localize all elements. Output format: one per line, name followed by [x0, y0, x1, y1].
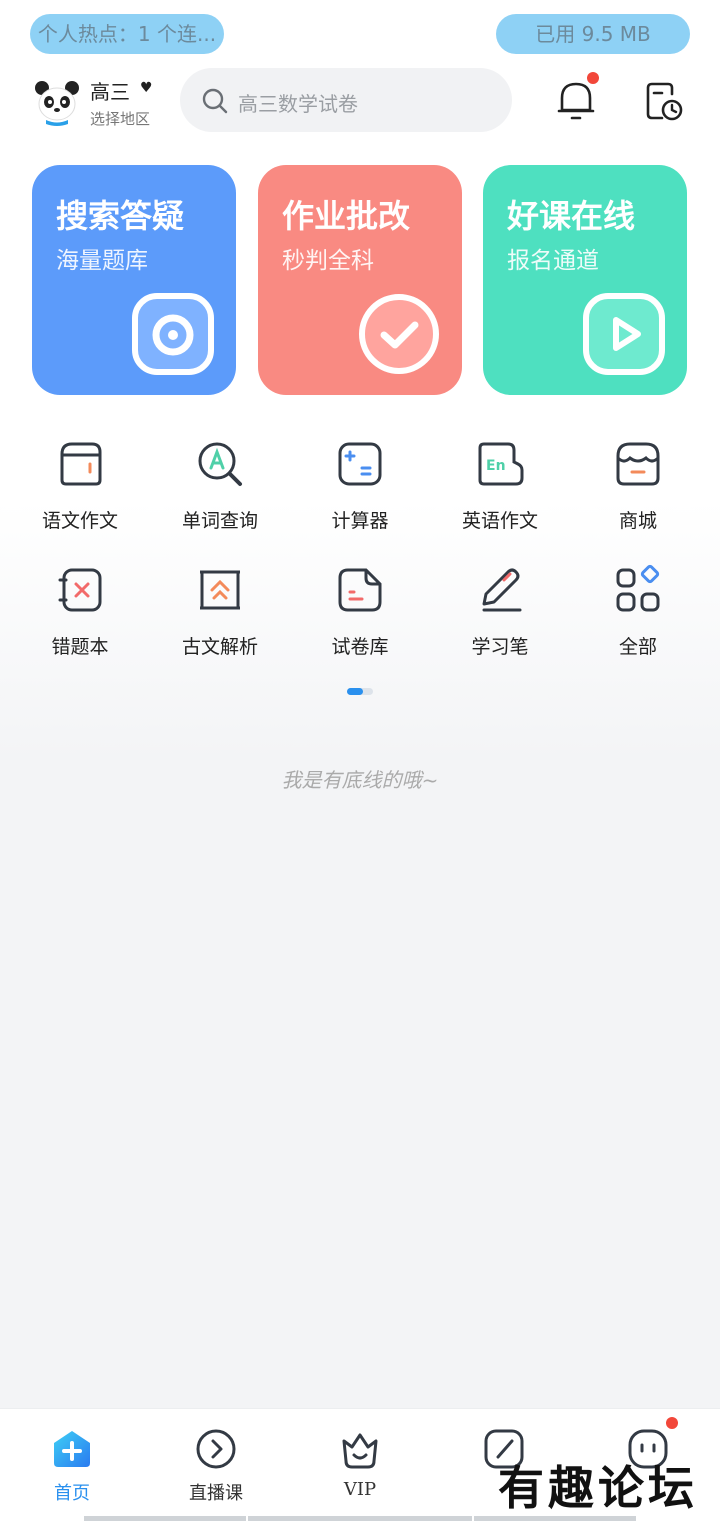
card-title: 好课在线: [507, 198, 636, 234]
grade-selector[interactable]: 高三: [90, 76, 130, 105]
tool-label: 试卷库: [331, 636, 389, 658]
tab-label: 直播课: [189, 1483, 243, 1504]
watermark-text: 有趣论坛: [498, 1461, 698, 1515]
bell-icon[interactable]: [554, 78, 598, 122]
heart-caret-icon[interactable]: ♥: [140, 80, 153, 96]
tool-label: 单词查询: [181, 510, 258, 532]
live-icon: [196, 1429, 236, 1469]
tab-label: VIP: [343, 1479, 377, 1500]
card-subtitle: 秒判全科: [282, 247, 374, 273]
tab-vip[interactable]: VIP: [290, 1427, 430, 1500]
play-icon: [583, 293, 665, 375]
svg-text:En: En: [486, 458, 506, 474]
tab-live-course[interactable]: 直播课: [146, 1427, 286, 1505]
vip-crown-icon: [342, 1433, 378, 1469]
region-selector[interactable]: 选择地区: [90, 108, 150, 129]
paper-icon: [338, 568, 382, 612]
tool-word-lookup[interactable]: 单词查询: [150, 438, 290, 548]
tool-label: 学习笔: [471, 636, 529, 658]
tool-label: 语文作文: [41, 510, 118, 532]
panda-avatar-icon: [33, 79, 81, 127]
card-title: 搜索答疑: [56, 198, 185, 234]
card-subtitle: 报名通道: [507, 247, 599, 273]
search-placeholder: 高三数学试卷: [238, 92, 358, 116]
tab-home[interactable]: 首页: [2, 1427, 142, 1505]
history-icon[interactable]: [642, 80, 686, 124]
mine-badge-dot: [666, 1417, 678, 1429]
camera-icon: [132, 293, 214, 375]
hotspot-status-pill[interactable]: 个人热点：1 个连...: [30, 14, 224, 54]
tool-classical-chinese[interactable]: 古文解析: [150, 564, 290, 674]
card-subtitle: 海量题库: [56, 247, 148, 273]
tool-store[interactable]: 商城: [568, 438, 708, 548]
search-icon: [202, 88, 228, 114]
page-indicator: [347, 688, 373, 695]
end-of-list-note: 我是有底线的哦~: [281, 768, 439, 792]
tool-calculator[interactable]: 计算器: [290, 438, 430, 548]
word-search-icon: [198, 442, 242, 486]
card-title: 作业批改: [282, 198, 411, 234]
tool-label: 商城: [618, 510, 657, 532]
tool-chinese-essay[interactable]: 语文作文: [10, 438, 150, 548]
tool-exam-papers[interactable]: 试卷库: [290, 564, 430, 674]
wrong-book-icon: [58, 568, 102, 612]
search-bar[interactable]: 高三数学试卷: [180, 68, 512, 132]
all-icon: [616, 564, 660, 612]
avatar[interactable]: [32, 78, 82, 128]
data-usage-pill[interactable]: 已用 9.5 MB: [496, 14, 690, 54]
classical-icon: [200, 570, 240, 610]
home-indicator-segment: [248, 1516, 472, 1521]
tool-english-essay[interactable]: En 英语作文: [430, 438, 570, 548]
home-indicator-segment: [84, 1516, 246, 1521]
notebook-icon: [60, 442, 102, 486]
home-plus-icon: [54, 1431, 90, 1467]
pen-icon: [482, 568, 522, 612]
tool-label: 古文解析: [181, 636, 258, 658]
tool-all[interactable]: 全部: [568, 564, 708, 674]
english-icon: En: [478, 442, 524, 486]
tool-label: 计算器: [331, 510, 389, 532]
check-icon: [359, 294, 439, 374]
tool-study-pen[interactable]: 学习笔: [430, 564, 570, 674]
card-search-answer[interactable]: 搜索答疑 海量题库: [32, 165, 236, 395]
notification-badge: [587, 72, 599, 84]
page-indicator-active: [347, 688, 363, 695]
tool-label: 英语作文: [461, 510, 538, 532]
tool-wrong-book[interactable]: 错题本: [10, 564, 150, 674]
card-online-course[interactable]: 好课在线 报名通道: [483, 165, 687, 395]
card-homework-check[interactable]: 作业批改 秒判全科: [258, 165, 462, 395]
tool-label: 错题本: [51, 636, 109, 658]
tab-label: 首页: [54, 1483, 90, 1504]
tool-label: 全部: [618, 636, 657, 658]
calculator-icon: [338, 442, 382, 486]
store-icon: [616, 442, 660, 486]
